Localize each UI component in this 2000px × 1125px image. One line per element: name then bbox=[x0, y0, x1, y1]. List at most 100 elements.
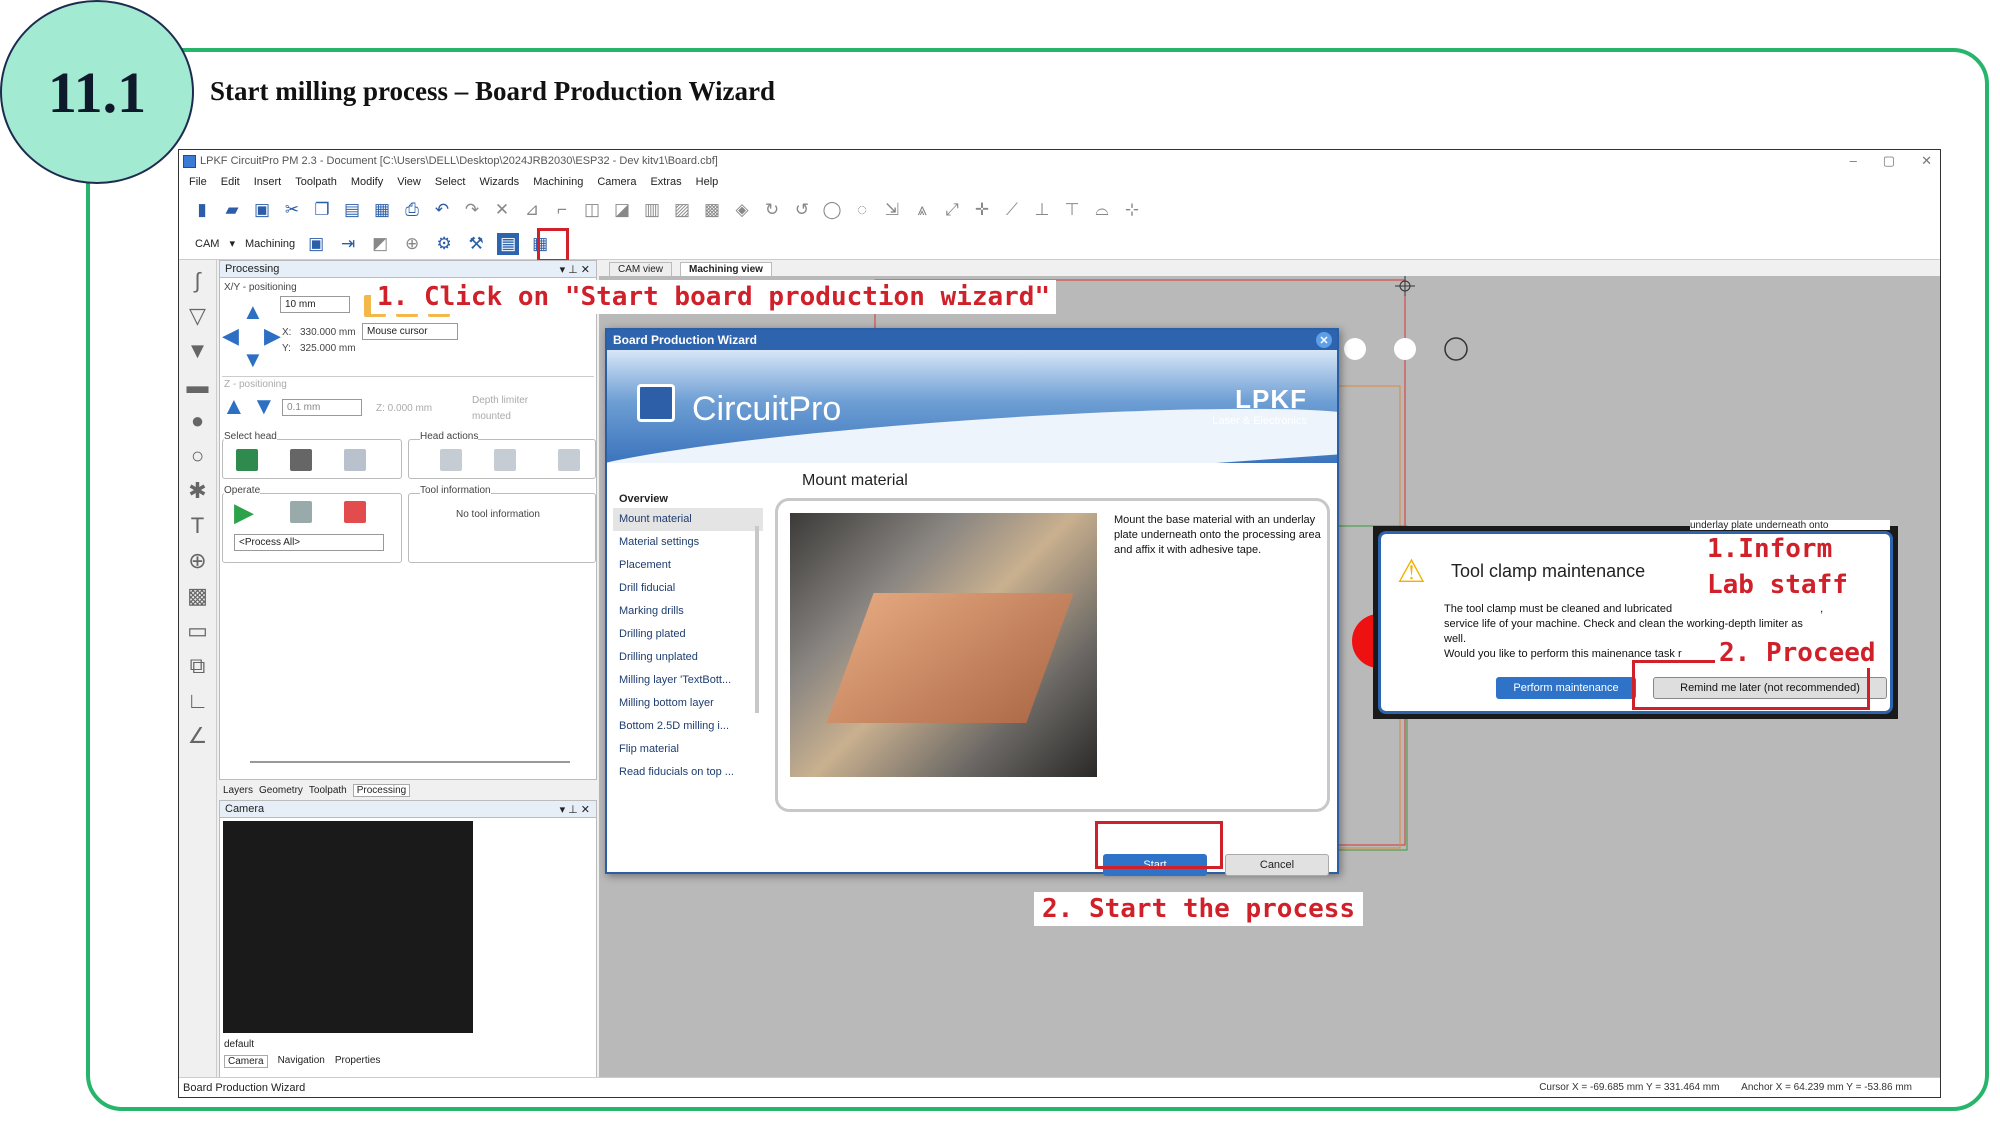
wizard-step-drill-fiducial[interactable]: Drill fiducial bbox=[613, 577, 763, 600]
z-step-input[interactable]: 0.1 mm bbox=[282, 399, 362, 416]
wizard-step-mount-material[interactable]: Mount material bbox=[613, 508, 763, 531]
move-icon[interactable]: ✛ bbox=[971, 199, 993, 221]
wizard-step-read-fiducials[interactable]: Read fiducials on top ... bbox=[613, 761, 763, 784]
panel-controls-icon[interactable]: ▾ ⊥ ✕ bbox=[560, 263, 590, 276]
tab-camera[interactable]: Camera bbox=[224, 1055, 268, 1068]
wizard-step-drilling-plated[interactable]: Drilling plated bbox=[613, 623, 763, 646]
menu-select[interactable]: Select bbox=[435, 176, 466, 188]
new-document-icon[interactable]: ▮ bbox=[191, 199, 213, 221]
tool-library-icon[interactable]: ⚙ bbox=[433, 233, 455, 255]
redo-icon[interactable]: ↷ bbox=[461, 199, 483, 221]
menu-wizards[interactable]: Wizards bbox=[479, 176, 519, 188]
origin-icon[interactable]: ⊹ bbox=[1121, 199, 1143, 221]
print-preview-icon[interactable]: ▦ bbox=[371, 199, 393, 221]
move-left-icon[interactable]: ◀ bbox=[222, 323, 239, 349]
head-action-2-icon[interactable] bbox=[494, 449, 516, 471]
menu-camera[interactable]: Camera bbox=[597, 176, 636, 188]
cancel-button[interactable]: Cancel bbox=[1225, 854, 1329, 876]
save-icon[interactable]: ▣ bbox=[251, 199, 273, 221]
process-selector[interactable]: <Process All> bbox=[234, 534, 384, 551]
machining-mode-label[interactable]: Machining bbox=[245, 238, 295, 250]
menu-toolpath[interactable]: Toolpath bbox=[295, 176, 337, 188]
head-select-icon[interactable] bbox=[236, 449, 258, 471]
line-icon[interactable]: ⟋ bbox=[1001, 199, 1023, 221]
wizard-close-icon[interactable]: ✕ bbox=[1316, 332, 1332, 348]
triangle-icon[interactable]: ▽ bbox=[189, 303, 206, 329]
dropdown-arrow-icon[interactable]: ▾ bbox=[229, 237, 235, 250]
menu-edit[interactable]: Edit bbox=[221, 176, 240, 188]
radius-icon[interactable]: ⌓ bbox=[1091, 199, 1113, 221]
tool-head-icon[interactable] bbox=[344, 449, 366, 471]
menu-machining[interactable]: Machining bbox=[533, 176, 583, 188]
tab-cam-view[interactable]: CAM view bbox=[609, 262, 673, 276]
image-icon[interactable]: ▭ bbox=[187, 618, 208, 644]
move-up-icon[interactable]: ▲ bbox=[242, 299, 264, 325]
wizard-step-marking-drills[interactable]: Marking drills bbox=[613, 600, 763, 623]
text-tool-icon[interactable]: T bbox=[191, 513, 204, 539]
move-down-icon[interactable]: ▼ bbox=[242, 347, 264, 373]
wizard-step-flip-material[interactable]: Flip material bbox=[613, 738, 763, 761]
close-icon[interactable]: ✕ bbox=[1921, 153, 1932, 169]
z-down-icon[interactable]: ▼ bbox=[252, 393, 276, 421]
mirror-icon[interactable]: ◫ bbox=[581, 199, 603, 221]
menu-help[interactable]: Help bbox=[696, 176, 719, 188]
stop-icon[interactable] bbox=[344, 501, 366, 523]
mirror-h-icon[interactable]: ⩓ bbox=[911, 199, 933, 221]
tab-processing[interactable]: Processing bbox=[352, 783, 411, 797]
start-board-production-wizard-icon[interactable]: ▤ bbox=[497, 232, 520, 255]
tab-geometry[interactable]: Geometry bbox=[259, 785, 303, 796]
camera-panel-controls-icon[interactable]: ▾ ⊥ ✕ bbox=[560, 803, 590, 816]
export-icon[interactable]: ⇥ bbox=[337, 233, 359, 255]
fill-icon[interactable]: ◈ bbox=[731, 199, 753, 221]
maximize-icon[interactable]: ▢ bbox=[1883, 153, 1895, 169]
design-rule-icon[interactable]: ▣ bbox=[305, 233, 327, 255]
asterisk-icon[interactable]: ✱ bbox=[188, 478, 206, 504]
dimension-icon[interactable]: ⊥ bbox=[1031, 199, 1053, 221]
tab-toolpath[interactable]: Toolpath bbox=[309, 785, 347, 796]
polyline-icon[interactable]: ∫ bbox=[194, 268, 200, 294]
dimension-v-icon[interactable]: ⊤ bbox=[1061, 199, 1083, 221]
pad-icon[interactable]: ⧉ bbox=[190, 653, 206, 679]
menu-insert[interactable]: Insert bbox=[254, 176, 282, 188]
angle-45-icon[interactable]: ∠ bbox=[188, 723, 208, 749]
rotate-ccw-icon[interactable]: ↺ bbox=[791, 199, 813, 221]
technology-dialog-icon[interactable]: ◩ bbox=[369, 233, 391, 255]
menu-view[interactable]: View bbox=[397, 176, 421, 188]
tab-machining-view[interactable]: Machining view bbox=[680, 262, 772, 276]
scale-icon[interactable]: ⇲ bbox=[881, 199, 903, 221]
paste-icon[interactable]: ▤ bbox=[341, 199, 363, 221]
cut-icon[interactable]: ✂ bbox=[281, 199, 303, 221]
wizard-step-milling-text-bottom[interactable]: Milling layer 'TextBott... bbox=[613, 669, 763, 692]
arc-icon[interactable]: ◌ bbox=[851, 199, 873, 221]
measure-icon[interactable]: ⤢ bbox=[941, 199, 963, 221]
rectangle-icon[interactable]: ▬ bbox=[187, 373, 209, 399]
tab-layers[interactable]: Layers bbox=[223, 785, 253, 796]
snap-icon[interactable]: ⌐ bbox=[551, 199, 573, 221]
hatch-icon[interactable]: ▩ bbox=[187, 583, 208, 609]
circle-icon[interactable]: ◯ bbox=[821, 199, 843, 221]
wizard-step-bottom-25d[interactable]: Bottom 2.5D milling i... bbox=[613, 715, 763, 738]
mouse-cursor-button[interactable]: Mouse cursor bbox=[362, 323, 458, 340]
delete-icon[interactable]: ✕ bbox=[491, 199, 513, 221]
tab-navigation[interactable]: Navigation bbox=[278, 1055, 325, 1068]
flip-icon[interactable]: ◪ bbox=[611, 199, 633, 221]
open-folder-icon[interactable]: ▰ bbox=[221, 199, 243, 221]
menu-file[interactable]: File bbox=[189, 176, 207, 188]
copy-icon[interactable]: ❐ bbox=[311, 199, 333, 221]
cam-mode-label[interactable]: CAM bbox=[195, 238, 219, 250]
z-up-icon[interactable]: ▲ bbox=[222, 393, 246, 421]
perform-maintenance-button[interactable]: Perform maintenance bbox=[1496, 677, 1636, 699]
angle-90-icon[interactable]: ∟ bbox=[187, 688, 209, 714]
wizard-step-placement[interactable]: Placement bbox=[613, 554, 763, 577]
circle-outline-icon[interactable]: ○ bbox=[191, 443, 204, 469]
group-icon[interactable]: ▩ bbox=[701, 199, 723, 221]
minimize-icon[interactable]: – bbox=[1850, 153, 1857, 169]
head-action-1-icon[interactable] bbox=[440, 449, 462, 471]
play-icon[interactable]: ▶ bbox=[234, 497, 254, 528]
head-action-3-icon[interactable] bbox=[558, 449, 580, 471]
camera-head-icon[interactable] bbox=[290, 449, 312, 471]
xy-step-input[interactable]: 10 mm bbox=[280, 296, 350, 313]
print-icon[interactable]: ⎙ bbox=[401, 199, 423, 221]
triangle-filled-icon[interactable]: ▼ bbox=[187, 338, 209, 364]
distribute-icon[interactable]: ▨ bbox=[671, 199, 693, 221]
